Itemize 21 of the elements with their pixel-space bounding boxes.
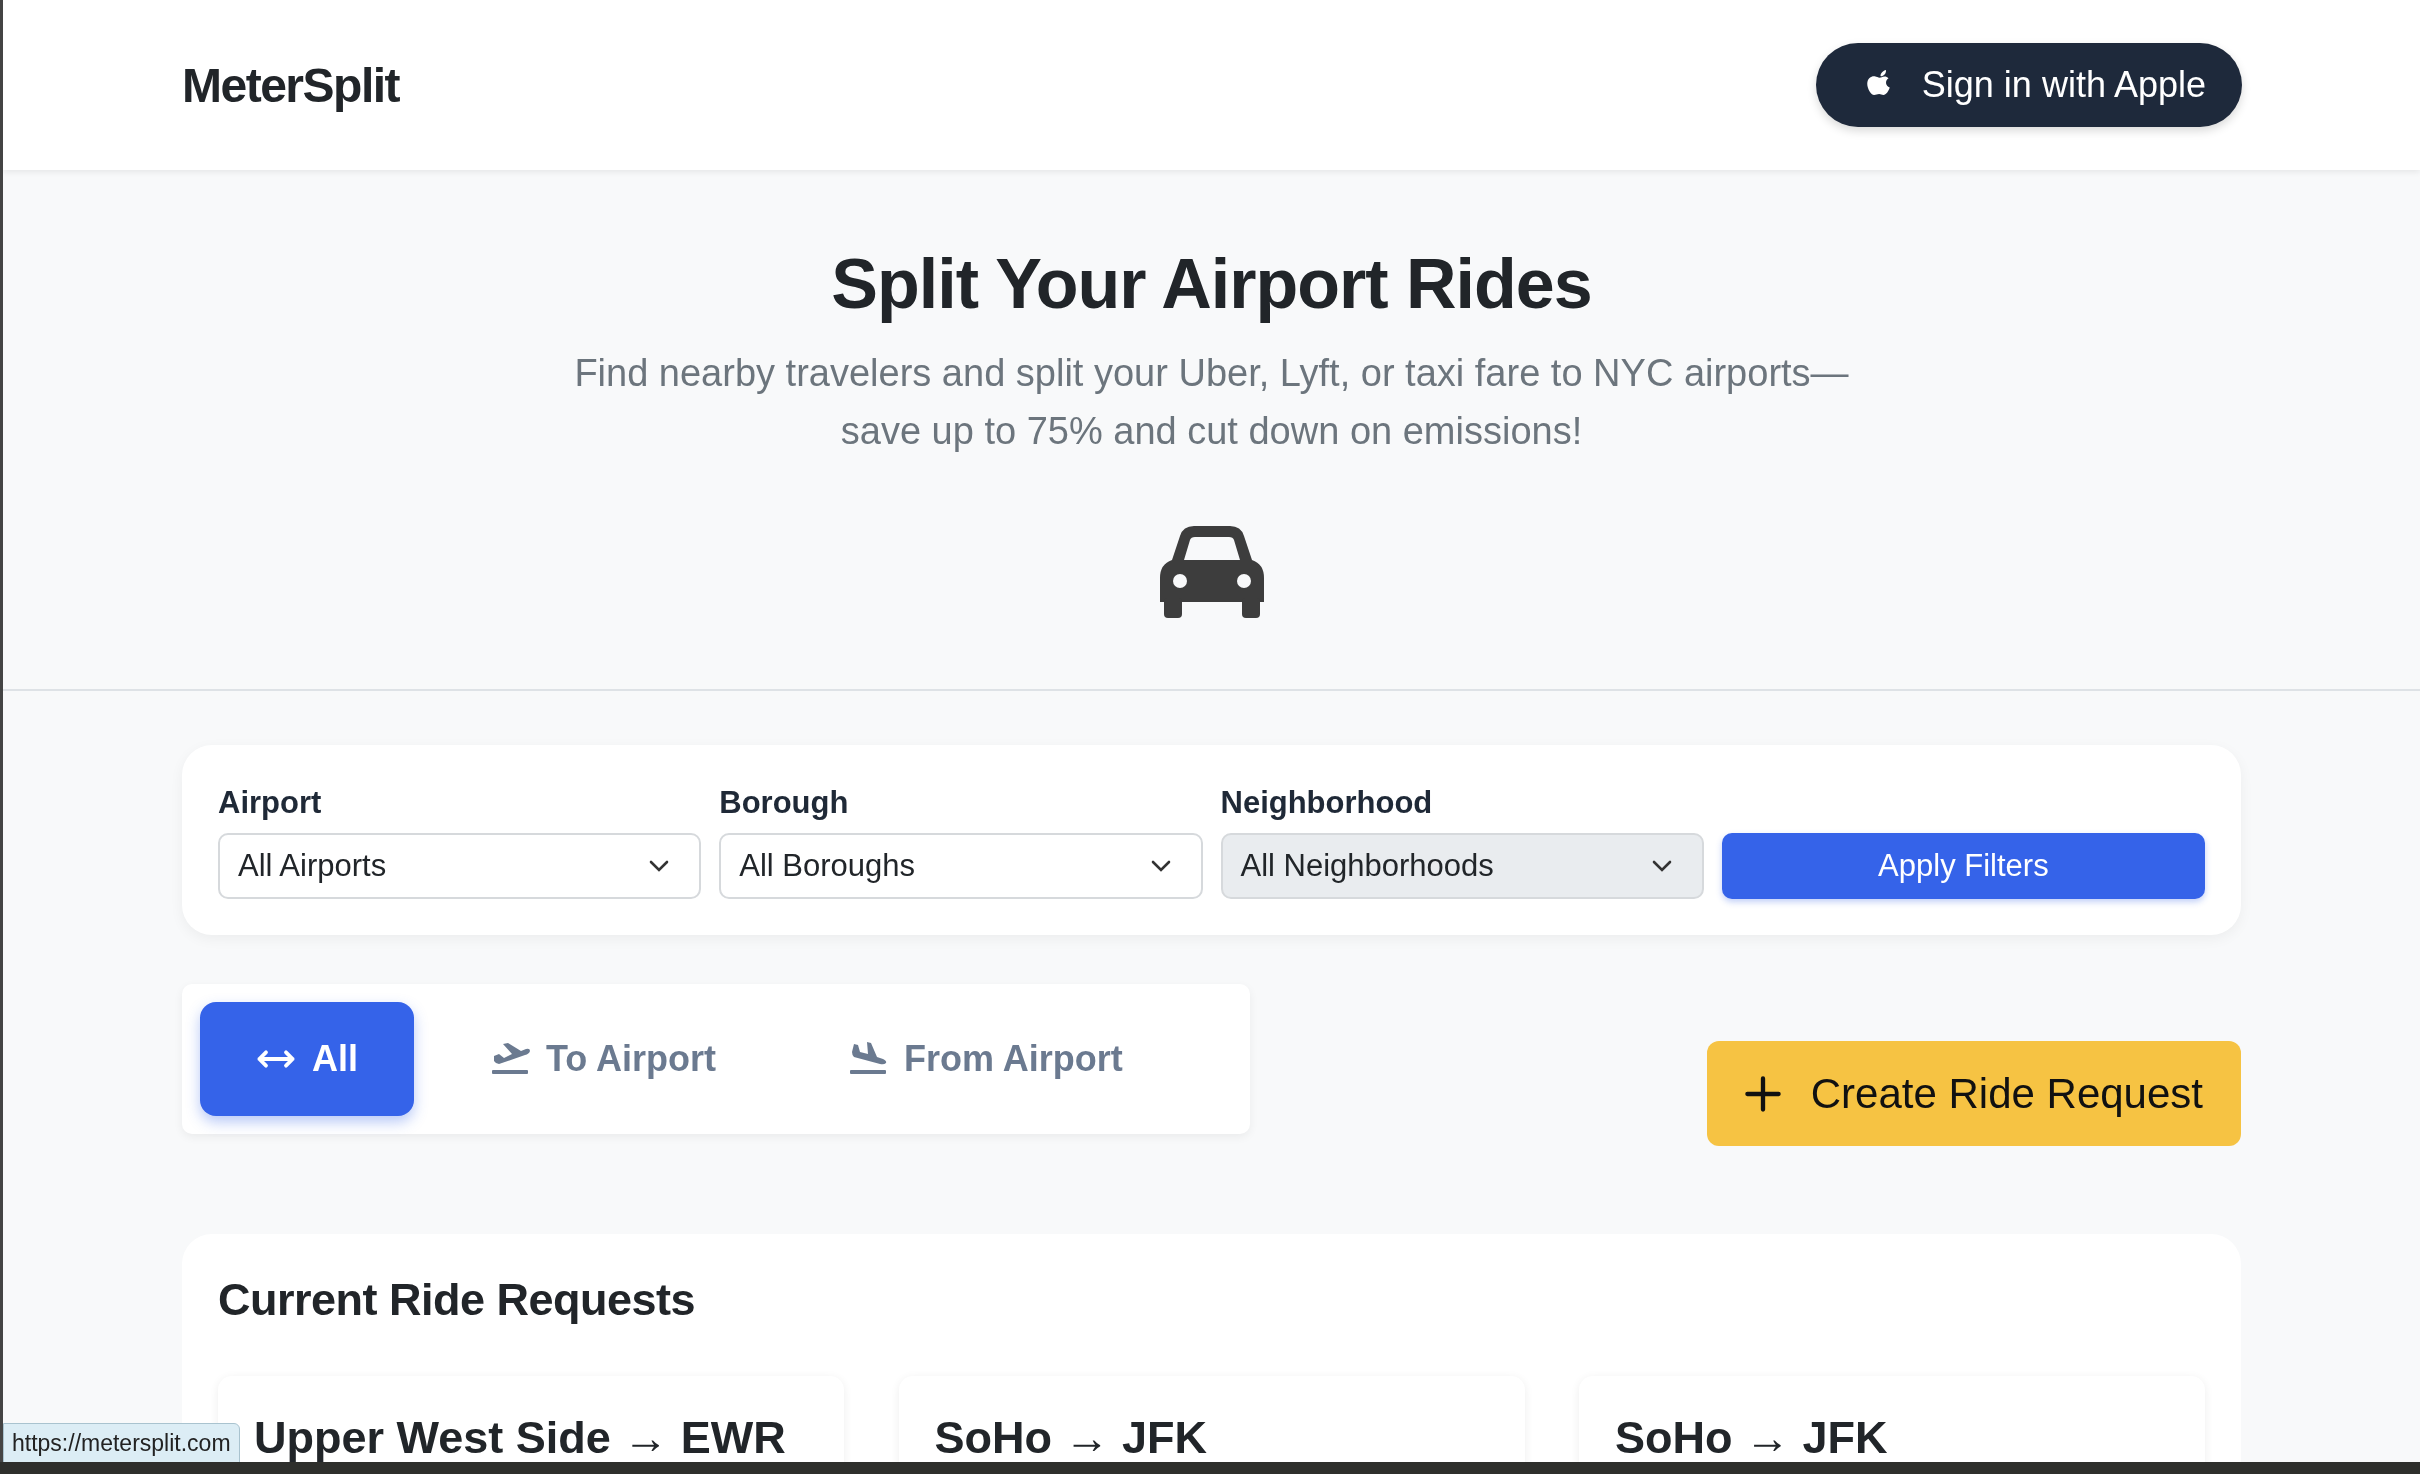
direction-tab[interactable]: All — [200, 1001, 414, 1116]
direction-tab[interactable]: From Airport — [792, 1001, 1179, 1116]
ride-card[interactable]: SoHo → JFK — [1579, 1376, 2205, 1462]
ride-title: Upper West Side → EWR — [254, 1412, 786, 1462]
section-title: Current Ride Requests — [218, 1274, 697, 1326]
ride-card[interactable]: SoHo → JFK — [898, 1376, 1525, 1462]
sign-in-button[interactable]: Sign in with Apple — [1815, 43, 2242, 127]
ride-title: SoHo → JFK — [934, 1412, 1207, 1462]
filter-label: Borough — [719, 785, 850, 821]
status-url: https://metersplit.com — [3, 1423, 240, 1462]
filter-select[interactable]: All Boroughs — [719, 833, 1203, 899]
ride-title: SoHo → JFK — [1615, 1412, 1888, 1462]
hero-title: Split Your Airport Rides — [831, 244, 1592, 324]
create-ride-button[interactable]: Create Ride Request — [1706, 1041, 2241, 1146]
filter-label: Airport — [218, 785, 323, 821]
hero-subtitle: Find nearby travelers and split your Uber, Lyft, or taxi fare to NYC airports— save up to 75% and cut down on emissions! — [574, 351, 1849, 454]
direction-tab[interactable]: To Airport — [434, 1001, 772, 1116]
filter-label: Neighborhood — [1220, 785, 1434, 821]
logo: MeterSplit — [182, 57, 400, 113]
apply-filters-button[interactable]: Apply Filters — [1721, 833, 2205, 899]
filter-select[interactable]: All Airports — [218, 833, 702, 899]
